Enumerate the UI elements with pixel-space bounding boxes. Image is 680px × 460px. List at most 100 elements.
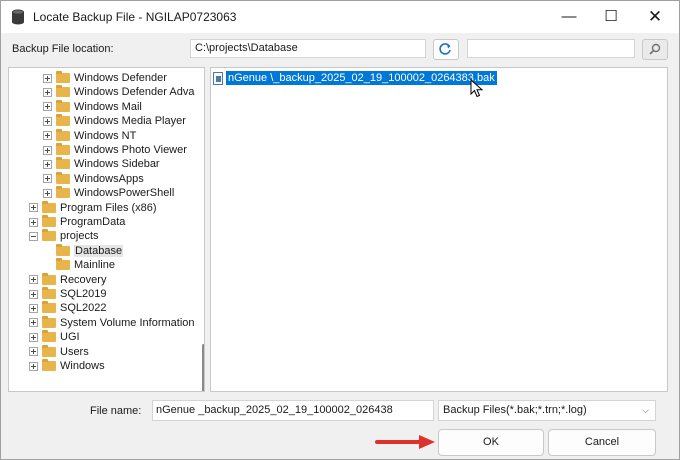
tree-vertical-scrollbar[interactable]: [202, 344, 204, 391]
folder-icon: [56, 71, 70, 83]
folder-icon: [42, 215, 56, 227]
tree-item-label: Windows Sidebar: [74, 158, 160, 171]
tree-item[interactable]: UGI: [29, 330, 80, 344]
file-name: nGenue \_backup_2025_02_19_100002_026438…: [226, 71, 497, 85]
tree-item-label: projects: [60, 230, 99, 243]
close-button[interactable]: ✕: [633, 1, 677, 33]
tree-item-label: Windows Defender Adva: [74, 86, 195, 99]
tree-item[interactable]: SQL2022: [29, 301, 106, 315]
folder-icon: [42, 315, 56, 328]
cancel-button[interactable]: Cancel: [548, 429, 656, 456]
file-list-item[interactable]: nGenue \_backup_2025_02_19_100002_026438…: [213, 70, 497, 86]
maximize-button[interactable]: ☐: [589, 1, 633, 33]
tree-item[interactable]: WindowsApps: [43, 171, 144, 186]
expand-icon[interactable]: [43, 145, 52, 155]
title-bar[interactable]: Locate Backup File - NGILAP0723063 — ☐ ✕: [1, 1, 679, 33]
tree-item[interactable]: SQL2019: [29, 287, 106, 301]
file-name-label: File name:: [90, 405, 142, 417]
search-button[interactable]: [642, 39, 668, 60]
tree-item[interactable]: Windows NT: [43, 128, 137, 143]
tree-item-label: Windows NT: [74, 129, 137, 142]
expand-icon[interactable]: [43, 116, 52, 126]
tree-item[interactable]: Windows Mail: [43, 99, 142, 114]
tree-item[interactable]: Recovery: [29, 272, 106, 287]
file-type-value: Backup Files(*.bak;*.trn;*.log): [443, 404, 587, 416]
tree-item[interactable]: WindowsPowerShell: [43, 186, 174, 200]
tree-item[interactable]: ProgramData: [29, 215, 125, 229]
tree-item[interactable]: Mainline: [43, 258, 115, 272]
tree-item-label: SQL2022: [60, 302, 107, 315]
file-list[interactable]: nGenue \_backup_2025_02_19_100002_026438…: [210, 67, 668, 392]
folder-tree[interactable]: Windows Defender Windows Defender Adva Win…: [8, 67, 205, 392]
folder-icon: [56, 143, 70, 155]
collapse-icon[interactable]: [29, 231, 38, 241]
minimize-button[interactable]: —: [547, 1, 591, 33]
folder-icon: [42, 301, 56, 314]
annotation-arrow-icon: [375, 435, 435, 449]
expand-icon[interactable]: [43, 73, 52, 83]
tree-item-label: Database: [74, 244, 124, 257]
file-icon: [213, 71, 223, 85]
locate-backup-file-dialog: Locate Backup File - NGILAP0723063 — ☐ ✕…: [0, 0, 680, 460]
backup-location-label: Backup File location:: [12, 43, 114, 55]
folder-icon: [56, 114, 70, 127]
expand-icon[interactable]: [43, 131, 52, 141]
search-icon: [649, 43, 661, 55]
expand-icon[interactable]: [29, 303, 38, 313]
tree-item[interactable]: Users: [29, 344, 89, 359]
folder-icon: [42, 272, 56, 285]
tree-item[interactable]: Windows: [29, 359, 105, 373]
expand-icon[interactable]: [29, 275, 38, 285]
expand-icon[interactable]: [29, 289, 38, 299]
tree-item-label: Windows Mail: [74, 100, 142, 113]
tree-item-label: Windows Media Player: [74, 115, 186, 128]
tree-item[interactable]: Program Files (x86): [29, 200, 157, 215]
tree-item-label: UGI: [60, 331, 80, 344]
file-name-input[interactable]: nGenue _backup_2025_02_19_100002_026438: [152, 400, 434, 421]
tree-item[interactable]: Database: [43, 243, 124, 258]
tree-item[interactable]: Windows Sidebar: [43, 157, 160, 171]
folder-icon: [42, 287, 56, 299]
ok-button[interactable]: OK: [438, 429, 544, 456]
expand-icon[interactable]: [29, 203, 38, 213]
refresh-button[interactable]: [433, 39, 459, 60]
expand-icon[interactable]: [29, 347, 38, 357]
backup-location-input[interactable]: C:\projects\Database: [190, 39, 426, 58]
mouse-cursor-icon: [470, 79, 484, 98]
expand-icon[interactable]: [43, 102, 52, 112]
folder-icon: [42, 330, 56, 343]
expand-icon[interactable]: [43, 174, 52, 184]
tree-item[interactable]: Windows Defender Adva: [43, 85, 194, 99]
tree-item-label: Windows Photo Viewer: [74, 144, 187, 156]
tree-item-label: Users: [60, 345, 89, 358]
file-search-input[interactable]: [467, 39, 635, 58]
expand-icon[interactable]: [29, 332, 38, 342]
tree-item-label: SQL2019: [60, 288, 107, 300]
expand-icon[interactable]: [43, 188, 52, 198]
folder-icon: [56, 243, 70, 256]
refresh-icon: [439, 43, 451, 55]
folder-icon: [42, 359, 56, 371]
expand-icon[interactable]: [43, 87, 52, 97]
folder-icon: [42, 229, 56, 242]
folder-icon: [56, 258, 70, 271]
tree-item[interactable]: System Volume Information: [29, 315, 195, 330]
tree-item[interactable]: Windows Media Player: [43, 114, 186, 128]
tree-item[interactable]: Windows Photo Viewer: [43, 143, 187, 157]
expand-icon[interactable]: [43, 159, 52, 169]
tree-item[interactable]: projects: [29, 229, 99, 243]
expand-icon[interactable]: [29, 318, 38, 328]
tree-item[interactable]: Windows Defender: [43, 71, 167, 85]
folder-icon: [42, 344, 56, 357]
folder-icon: [42, 200, 56, 213]
expand-icon[interactable]: [29, 217, 38, 227]
expand-icon[interactable]: [29, 361, 38, 371]
folder-icon: [56, 186, 70, 199]
folder-icon: [56, 85, 70, 98]
tree-item-label: ProgramData: [60, 216, 126, 228]
file-type-select[interactable]: Backup Files(*.bak;*.trn;*.log) ⌵: [438, 400, 656, 421]
folder-icon: [56, 171, 70, 184]
database-icon: [12, 9, 24, 25]
tree-item-label: WindowsApps: [74, 172, 144, 185]
window-title: Locate Backup File - NGILAP0723063: [33, 10, 237, 24]
